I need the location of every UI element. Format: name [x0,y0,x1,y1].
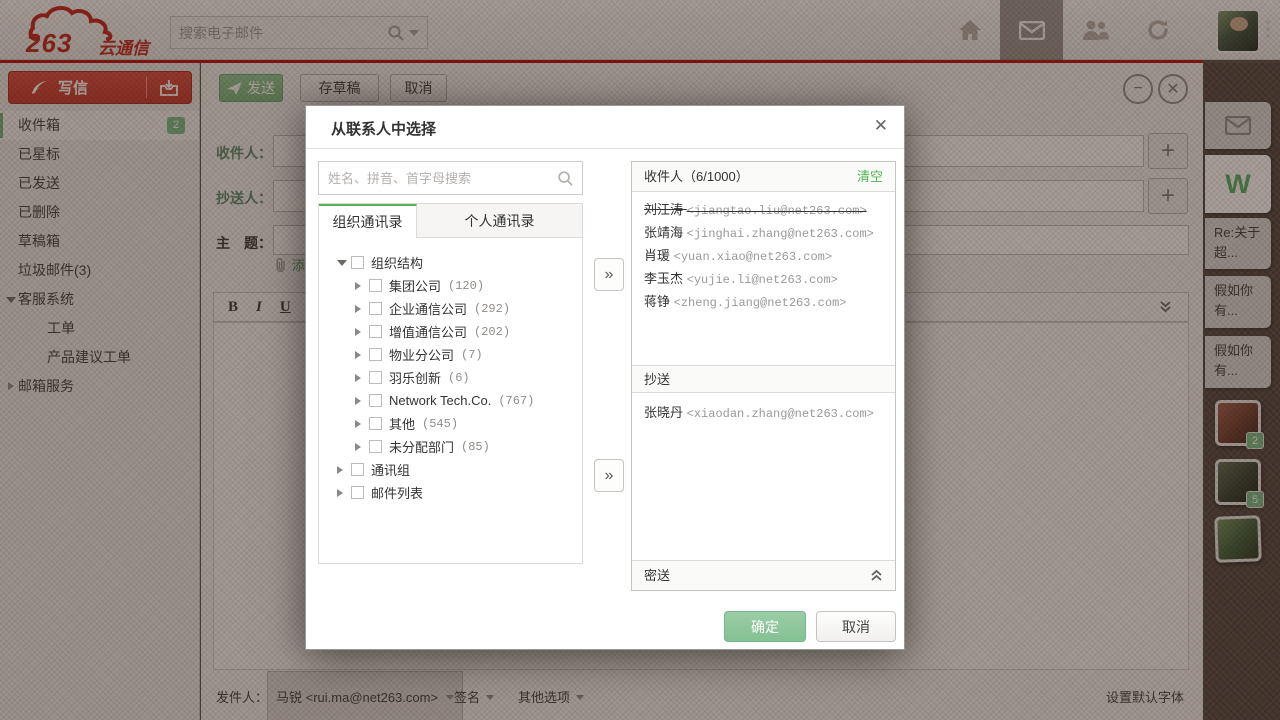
search-icon [557,170,574,187]
contact-search-box [318,161,583,195]
dialog-footer: 确定 取消 [306,604,906,651]
tree-label: 集团公司 [389,276,441,295]
cc-item[interactable]: 张晓丹 <xiaodan.zhang@net263.com> [644,401,895,424]
cc-list: 张晓丹 <xiaodan.zhang@net263.com> [632,393,895,561]
tree-item[interactable]: 组织结构 [319,251,582,274]
tree-item[interactable]: Network Tech.Co. (767) [319,389,582,412]
checkbox[interactable] [369,302,382,315]
expand-icon[interactable] [355,443,361,451]
checkbox[interactable] [351,256,364,269]
collapse-icon[interactable] [337,260,347,266]
tree-label: 羽乐创新 [389,368,441,387]
directory-tabs: 组织通讯录 个人通讯录 [319,204,582,238]
checkbox[interactable] [369,279,382,292]
checkbox[interactable] [351,463,364,476]
move-to-cc-button[interactable]: » [594,459,624,492]
tree-label: Network Tech.Co. [389,393,491,408]
dialog-title: 从联系人中选择 [331,118,436,139]
tree-item[interactable]: 增值通信公司 (202) [319,320,582,343]
recipient-item[interactable]: 刘江涛 <jiangtao.liu@net263.com> [644,198,895,221]
checkbox[interactable] [369,417,382,430]
tree-label: 增值通信公司 [389,322,467,341]
contact-picker-dialog: 从联系人中选择 ✕ 组织通讯录 个人通讯录 组织结构 [305,105,905,650]
expand-icon[interactable] [355,328,361,336]
checkbox[interactable] [369,440,382,453]
expand-icon[interactable] [355,374,361,382]
tree-label: 通讯组 [371,460,410,479]
recipients-list: 刘江涛 <jiangtao.liu@net263.com> 张靖海 <jingh… [632,192,895,365]
contact-search-input[interactable] [319,171,557,186]
expand-icon[interactable] [355,397,361,405]
recipients-section-header: 收件人（6/1000） 清空 [632,162,895,192]
app-screen: 263 云通信 [0,0,1280,720]
tree-label: 其他 [389,414,415,433]
tree-label: 企业通信公司 [389,299,467,318]
tree-item[interactable]: 其他 (545) [319,412,582,435]
tree-item[interactable]: 未分配部门 (85) [319,435,582,458]
collapse-section-icon[interactable] [870,569,883,583]
close-icon[interactable]: ✕ [874,116,888,136]
recipient-item[interactable]: 蒋铮 <zheng.jiang@net263.com> [644,290,895,313]
checkbox[interactable] [369,371,382,384]
tree-label: 组织结构 [371,253,423,272]
tree-item[interactable]: 通讯组 [319,458,582,481]
clear-link[interactable]: 清空 [857,162,883,191]
tree-item[interactable]: 物业分公司 (7) [319,343,582,366]
checkbox[interactable] [351,486,364,499]
tree-label: 邮件列表 [371,483,423,502]
tree-item[interactable]: 邮件列表 [319,481,582,504]
expand-icon[interactable] [355,282,361,290]
checkbox[interactable] [369,348,382,361]
expand-icon[interactable] [355,420,361,428]
expand-icon[interactable] [355,351,361,359]
checkbox[interactable] [369,394,382,407]
expand-icon[interactable] [337,466,343,474]
tree-item[interactable]: 企业通信公司 (292) [319,297,582,320]
selected-panel: 收件人（6/1000） 清空 刘江涛 <jiangtao.liu@net263.… [631,161,896,591]
expand-icon[interactable] [337,489,343,497]
tree-label: 未分配部门 [389,437,454,456]
tree-item[interactable]: 集团公司 (120) [319,274,582,297]
checkbox[interactable] [369,325,382,338]
move-to-recipients-button[interactable]: » [594,258,624,291]
dialog-cancel-button[interactable]: 取消 [816,611,896,642]
recipient-item[interactable]: 肖瑗 <yuan.xiao@net263.com> [644,244,895,267]
cc-section-header[interactable]: 抄送 [632,365,895,393]
dialog-header: 从联系人中选择 ✕ [306,106,904,149]
org-tree: 组织结构 集团公司 (120) 企业通信公司 (292) [319,238,582,504]
recipient-item[interactable]: 张靖海 <jinghai.zhang@net263.com> [644,221,895,244]
tab-org-directory[interactable]: 组织通讯录 [319,204,417,238]
bcc-section-header[interactable]: 密送 [632,560,895,590]
tab-personal-directory[interactable]: 个人通讯录 [417,204,582,238]
recipient-item[interactable]: 李玉杰 <yujie.li@net263.com> [644,267,895,290]
tree-label: 物业分公司 [389,345,454,364]
directory-panel: 组织通讯录 个人通讯录 组织结构 集团公司 (120) [318,203,583,564]
ok-button[interactable]: 确定 [724,611,806,642]
tree-item[interactable]: 羽乐创新 (6) [319,366,582,389]
expand-icon[interactable] [355,305,361,313]
